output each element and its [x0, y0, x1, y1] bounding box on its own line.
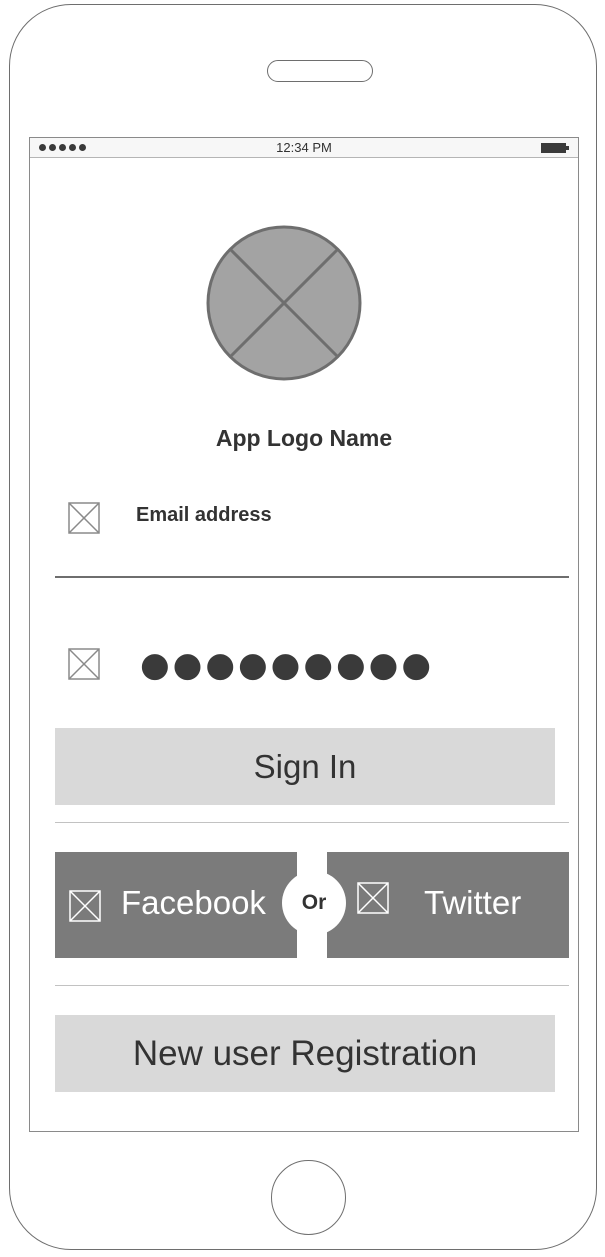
speaker-grille: [267, 60, 373, 82]
facebook-label: Facebook: [121, 884, 266, 921]
password-field[interactable]: ●●●●●●●●●: [140, 648, 434, 682]
facebook-placeholder-icon: [69, 890, 101, 922]
new-user-registration-button[interactable]: New user Registration: [55, 1015, 555, 1092]
facebook-button[interactable]: Facebook: [55, 852, 297, 958]
twitter-button[interactable]: Twitter: [327, 852, 569, 958]
app-name: App Logo Name: [215, 425, 393, 451]
battery-icon: [541, 143, 569, 153]
home-button[interactable]: [271, 1160, 346, 1235]
app-logo-placeholder-icon: [206, 225, 362, 381]
phone-screen: 12:34 PM App Logo Name Email address ●●●…: [29, 137, 579, 1132]
divider: [55, 822, 569, 823]
email-placeholder-icon: [68, 502, 100, 534]
status-time: 12:34 PM: [276, 140, 332, 155]
password-placeholder-icon: [68, 648, 100, 680]
twitter-placeholder-icon: [357, 882, 389, 914]
sign-in-button[interactable]: Sign In: [55, 728, 555, 805]
or-separator: Or: [282, 871, 346, 935]
email-underline: [55, 576, 569, 578]
divider: [55, 985, 569, 986]
status-bar: 12:34 PM: [30, 138, 578, 158]
twitter-label: Twitter: [424, 884, 522, 921]
email-field[interactable]: Email address: [136, 504, 272, 527]
